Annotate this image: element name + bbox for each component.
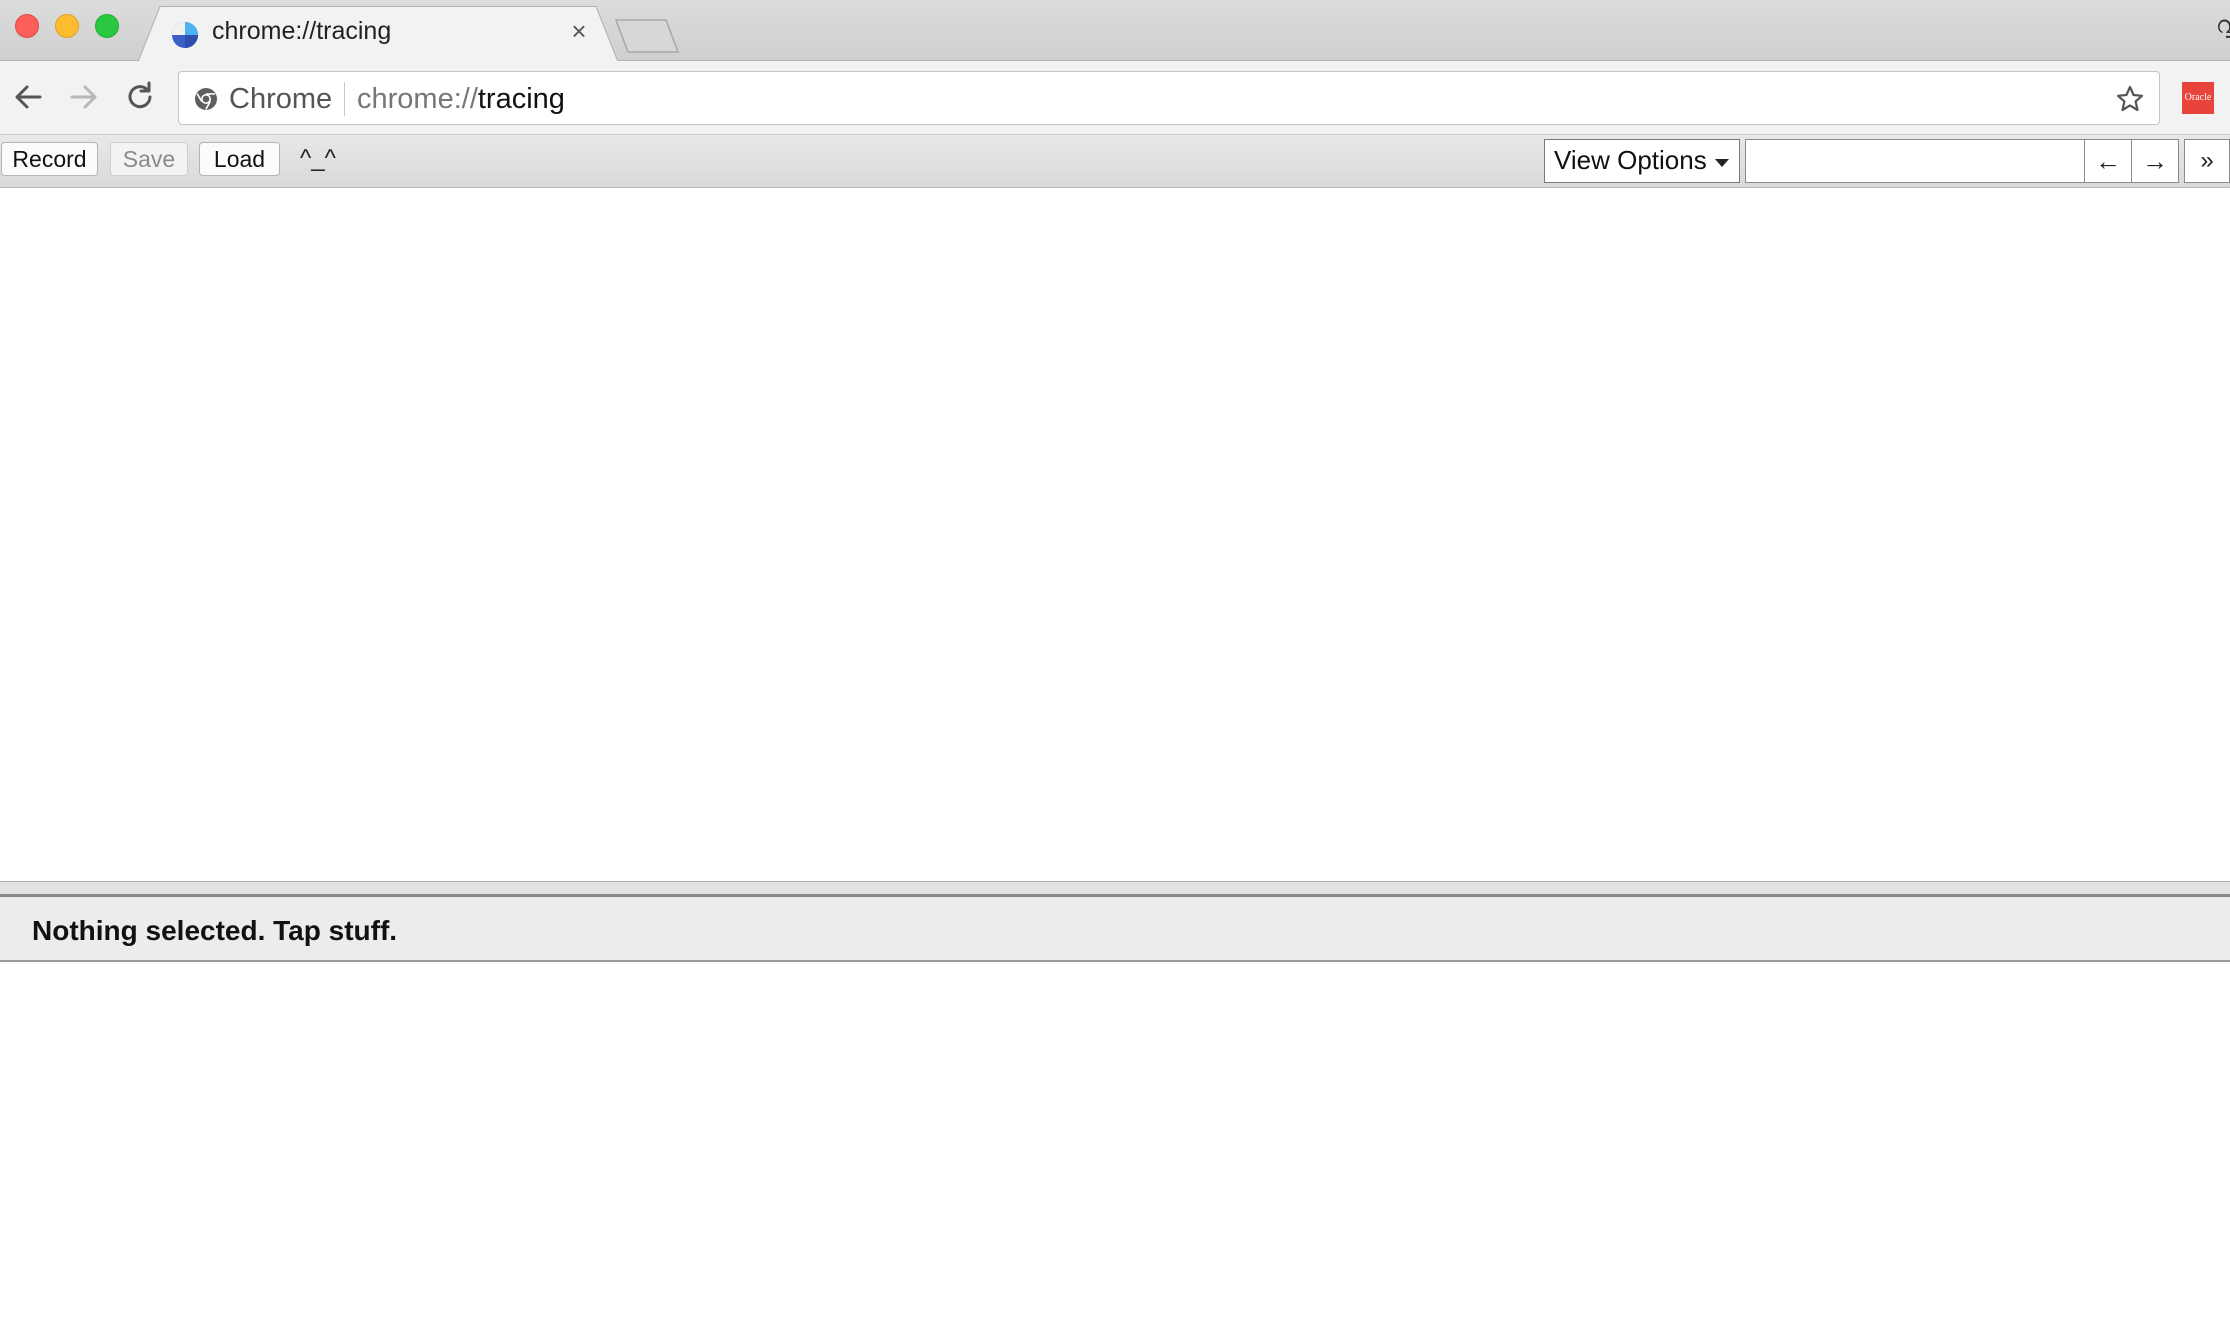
analysis-panel-body: [0, 962, 2230, 1318]
omnibox[interactable]: Chrome chrome://tracing: [178, 71, 2160, 125]
timeline-view[interactable]: [0, 188, 2230, 881]
window-maximize-button[interactable]: [95, 14, 119, 38]
find-previous-button[interactable]: ←: [2084, 139, 2132, 183]
window-close-button[interactable]: [15, 14, 39, 38]
tracing-favicon-icon: [172, 22, 198, 48]
chrome-logo-icon[interactable]: [193, 86, 219, 112]
view-options-label: View Options: [1554, 145, 1707, 175]
tab-title: chrome://tracing: [212, 17, 392, 45]
load-button[interactable]: Load: [199, 142, 280, 176]
panel-splitter[interactable]: [0, 881, 2230, 897]
find-next-button[interactable]: →: [2131, 139, 2179, 183]
forward-arrow-icon[interactable]: [66, 79, 102, 115]
window-minimize-button[interactable]: [55, 14, 79, 38]
caret-down-icon: [1715, 159, 1729, 167]
navigation-bar: Chrome chrome://tracing Oracle: [0, 61, 2230, 135]
tab-strip: chrome://tracing × ൮: [0, 0, 2230, 62]
url-scheme: chrome://: [357, 83, 478, 115]
star-icon[interactable]: [2115, 84, 2145, 114]
new-tab-icon[interactable]: [612, 18, 682, 54]
reload-icon[interactable]: [122, 79, 158, 115]
profile-corner-icon[interactable]: ൮: [2216, 12, 2230, 40]
extension-icon[interactable]: Oracle: [2182, 82, 2214, 114]
omnibox-divider: [344, 82, 345, 116]
expand-sidebar-button[interactable]: »: [2184, 139, 2230, 183]
url-text[interactable]: chrome://tracing: [357, 83, 565, 116]
back-arrow-icon[interactable]: [10, 79, 46, 115]
analysis-panel-header: Nothing selected. Tap stuff.: [0, 897, 2230, 962]
help-glyph[interactable]: ^_^: [300, 145, 336, 173]
security-chip[interactable]: Chrome: [229, 83, 332, 116]
find-input[interactable]: [1745, 139, 2085, 183]
save-button[interactable]: Save: [110, 142, 188, 176]
tab-close-icon[interactable]: ×: [566, 18, 592, 44]
view-options-dropdown[interactable]: View Options: [1544, 139, 1740, 183]
record-button[interactable]: Record: [1, 142, 98, 176]
tracing-toolbar: Record Save Load ^_^ View Options ← → »: [0, 135, 2230, 188]
url-host: tracing: [477, 83, 565, 115]
selection-status-text: Nothing selected. Tap stuff.: [32, 915, 398, 946]
